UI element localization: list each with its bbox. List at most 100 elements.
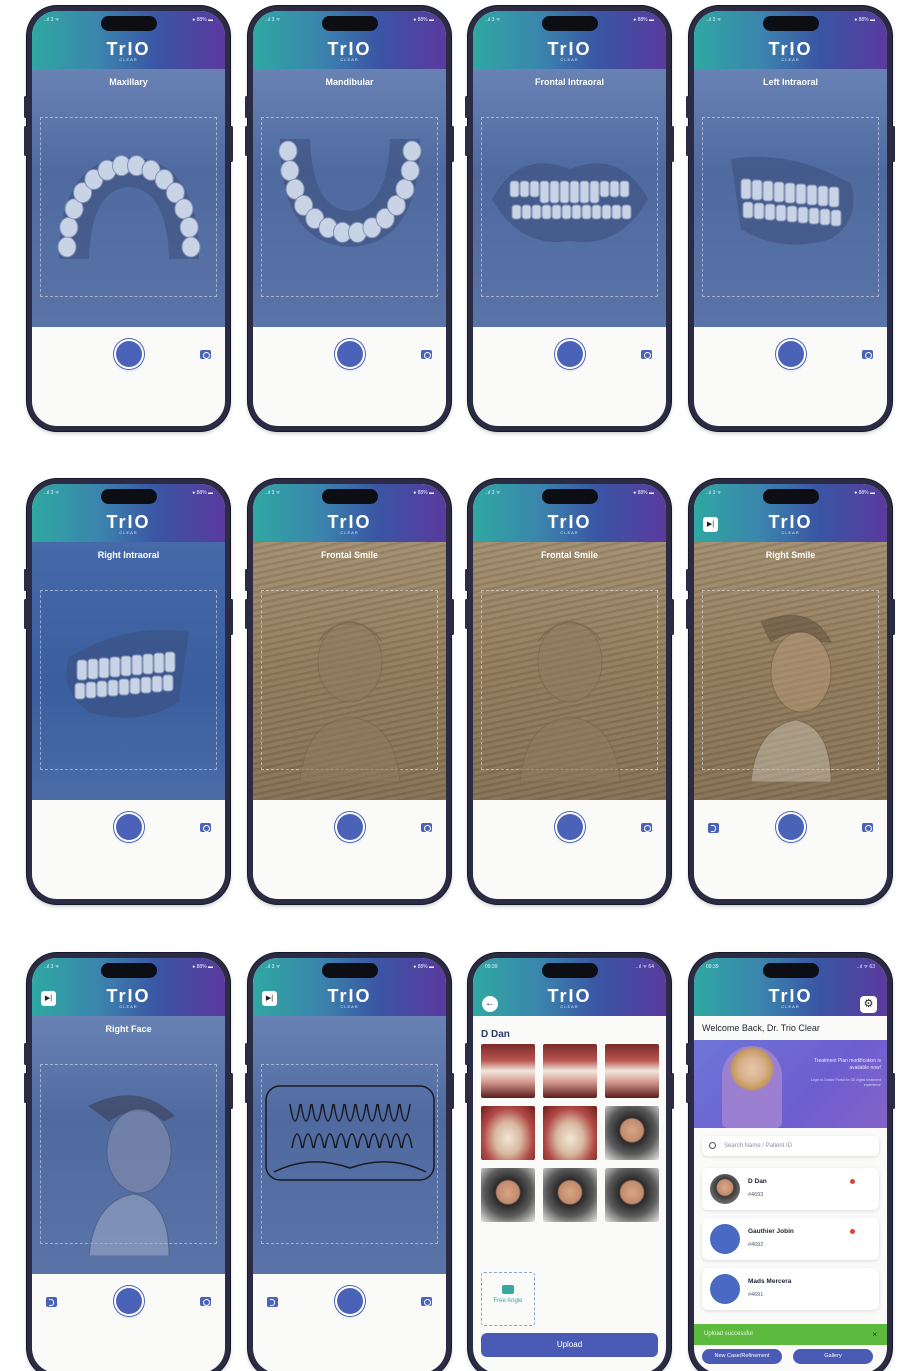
switch-camera-icon[interactable] [862, 823, 873, 832]
app-header: ..ıl 3 ᯤ 11:21 AM ● 88% ▬ TrIO CLEAR [473, 484, 666, 542]
camera-viewfinder: Frontal Smile [253, 542, 446, 800]
patient-card-name: Mads Mercera [748, 1278, 792, 1285]
photo-thumbnail[interactable] [543, 1044, 597, 1098]
trio-logo: TrIO [768, 512, 813, 532]
photo-thumbnail[interactable] [605, 1044, 659, 1098]
mute-switch [245, 1043, 248, 1065]
skip-icon[interactable]: ▶| [703, 517, 718, 532]
phone-dashboard: 09:39 ..ıl ᯤ 63 TrIO CLEAR ⚙ Welcome Bac… [686, 953, 895, 1371]
shutter-button[interactable] [556, 814, 583, 840]
patient-card[interactable]: D Dan #4693 [702, 1168, 879, 1210]
switch-camera-icon[interactable] [200, 350, 211, 359]
battery-indicator: ● 88% ▬ [192, 964, 213, 970]
patient-card[interactable]: Gauthier Jobin #4692 [702, 1218, 879, 1260]
trio-logo: TrIO [106, 986, 151, 1006]
switch-camera-icon[interactable] [421, 1297, 432, 1306]
battery-indicator: ● 88% ▬ [854, 17, 875, 23]
power-button [230, 126, 233, 162]
trio-logo: TrIO [327, 39, 372, 59]
camera-controls [473, 327, 666, 377]
switch-camera-icon[interactable] [421, 350, 432, 359]
app-header: ..ıl 3 ᯤ 11:21 AM ● 88% ▬ TrIO CLEAR [694, 484, 887, 542]
search-input[interactable]: Search Name / Patient ID [702, 1136, 879, 1156]
free-angle-button[interactable]: Free Angle [481, 1272, 535, 1326]
battery-indicator: ● 88% ▬ [192, 490, 213, 496]
camera-notch [762, 489, 819, 504]
shutter-button[interactable] [777, 341, 804, 367]
volume-button [465, 599, 468, 629]
shutter-button[interactable] [777, 814, 804, 840]
skip-icon[interactable]: ▶| [262, 991, 277, 1006]
power-button [230, 1073, 233, 1109]
phone-capture-7: ..ıl 3 ᯤ 11:21 AM ● 88% ▬ TrIO CLEAR Fro… [465, 479, 674, 904]
trio-logo: TrIO [768, 39, 813, 59]
photo-thumbnail[interactable] [481, 1168, 535, 1222]
promo-banner[interactable]: Treatment Plan modification is available… [694, 1040, 887, 1128]
frontal-teeth-overlay [491, 163, 648, 243]
patient-card-name: D Dan [748, 1178, 767, 1185]
app-header: ..ıl 3 ᯤ 11:21 AM ● 88% ▬ TrIO CLEAR [253, 484, 446, 542]
retake-icon[interactable] [708, 823, 719, 833]
back-arrow-icon[interactable]: ← [482, 996, 498, 1012]
trio-logo-sub: CLEAR [340, 530, 359, 535]
skip-icon[interactable]: ▶| [41, 991, 56, 1006]
shutter-button[interactable] [115, 1288, 142, 1314]
camera-viewfinder [253, 1016, 446, 1274]
camera-controls [32, 800, 225, 850]
phone-capture-6: ..ıl 3 ᯤ 11:21 AM ● 88% ▬ TrIO CLEAR Fro… [245, 479, 454, 904]
close-icon[interactable]: × [872, 1324, 877, 1345]
volume-button [245, 599, 248, 629]
shutter-button[interactable] [336, 1288, 363, 1314]
battery-indicator: ● 88% ▬ [633, 490, 654, 496]
app-header: 09:39 ..ıl ᯤ 63 TrIO CLEAR [694, 958, 887, 1016]
banner-person-image [722, 1046, 782, 1128]
shutter-button[interactable] [115, 814, 142, 840]
phone-capture-10: ..ıl 3 ᯤ 11:21 AM ● 88% ▬ TrIO CLEAR ▶| [245, 953, 454, 1371]
phone-screen: ..ıl 3 ᯤ 11:21 AM ● 88% ▬ TrIO CLEAR Fro… [253, 484, 446, 899]
new-case-button[interactable]: New Case/Refinement [702, 1349, 782, 1364]
left-teeth-overlay [730, 156, 853, 245]
patient-card[interactable]: Mads Mercera #4691 [702, 1268, 879, 1310]
battery-indicator: ● 88% ▬ [854, 490, 875, 496]
switch-camera-icon[interactable] [862, 350, 873, 359]
photo-thumbnail[interactable] [543, 1168, 597, 1222]
photo-thumbnail[interactable] [543, 1106, 597, 1160]
app-header: ..ıl 3 ᯤ 11:21 AM ● 88% ▬ TrIO CLEAR [32, 958, 225, 1016]
photo-thumbnail[interactable] [481, 1044, 535, 1098]
camera-notch [541, 963, 598, 978]
pose-overlay [32, 602, 225, 742]
switch-camera-icon[interactable] [421, 823, 432, 832]
capture-step-title: Frontal Smile [320, 550, 378, 560]
switch-camera-icon[interactable] [641, 823, 652, 832]
power-button [671, 599, 674, 635]
switch-camera-icon[interactable] [200, 1297, 211, 1306]
capture-step-title: Frontal Smile [540, 550, 598, 560]
shutter-button[interactable] [336, 814, 363, 840]
shutter-button[interactable] [556, 341, 583, 367]
phone-capture-3: ..ıl 3 ᯤ 11:21 AM ● 88% ▬ TrIO CLEAR Fro… [465, 6, 674, 431]
settings-gear-icon[interactable]: ⚙ [860, 996, 877, 1013]
volume-button [24, 599, 27, 629]
profile-face-overlay [87, 1095, 175, 1256]
switch-camera-icon[interactable] [641, 350, 652, 359]
trio-logo: TrIO [547, 512, 592, 532]
patient-card-id: #4691 [748, 1292, 764, 1298]
upload-button[interactable]: Upload [481, 1333, 658, 1357]
photo-thumbnail[interactable] [605, 1168, 659, 1222]
photo-thumbnail[interactable] [605, 1106, 659, 1160]
phone-screen: ..ıl 3 ᯤ 11:21 AM ● 88% ▬ TrIO CLEAR Fro… [473, 484, 666, 899]
photo-thumbnail[interactable] [481, 1106, 535, 1160]
camera-viewfinder: Frontal Intraoral [473, 69, 666, 327]
mandibular-arch-overlay [278, 139, 421, 247]
retake-icon[interactable] [267, 1297, 278, 1307]
camera-notch [100, 489, 157, 504]
patient-card-name: Gauthier Jobin [748, 1228, 794, 1235]
camera-viewfinder: Maxillary [32, 69, 225, 327]
retake-icon[interactable] [46, 1297, 57, 1307]
shutter-button[interactable] [336, 341, 363, 367]
gallery-button[interactable]: Gallery [793, 1349, 873, 1364]
phone-screen: ..ıl 3 ᯤ 11:21 AM ● 88% ▬ TrIO CLEAR ▶| [253, 958, 446, 1371]
switch-camera-icon[interactable] [200, 823, 211, 832]
app-header: ..ıl 3 ᯤ 11:21 AM ● 88% ▬ TrIO CLEAR [32, 484, 225, 542]
shutter-button[interactable] [115, 341, 142, 367]
